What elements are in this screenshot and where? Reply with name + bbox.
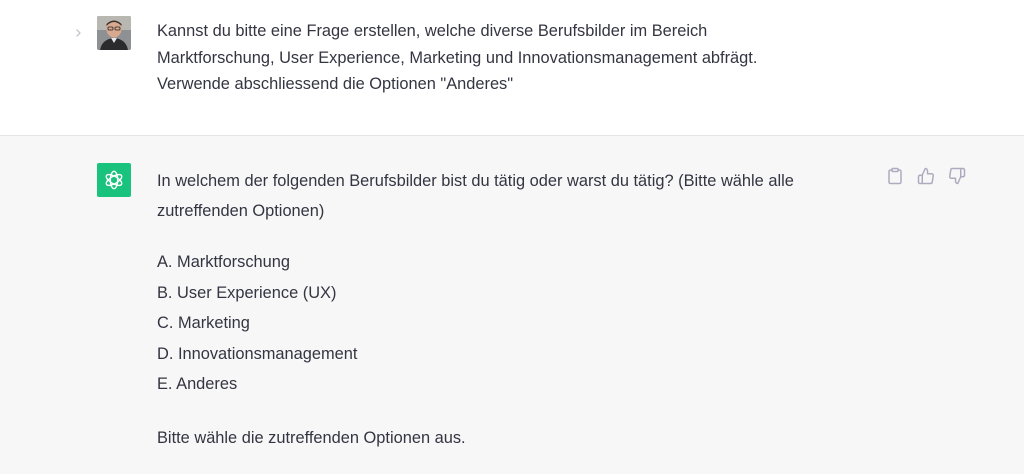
- user-message-row: Kannst du bitte eine Frage erstellen, we…: [0, 0, 1024, 136]
- assistant-closing-text: Bitte wähle die zutreffenden Optionen au…: [157, 428, 466, 447]
- message-actions: [886, 167, 966, 185]
- openai-logo-icon: [97, 163, 131, 197]
- option-item: B. User Experience (UX): [157, 283, 337, 302]
- thumbs-down-icon[interactable]: [948, 167, 966, 185]
- option-item: A. Marktforschung: [157, 253, 290, 271]
- assistant-message-row: In welchem der folgenden Berufsbilder bi…: [0, 136, 1024, 474]
- option-item: E. Anderes: [157, 375, 238, 393]
- user-avatar: [97, 16, 131, 50]
- option-item: C. Marketing: [157, 314, 250, 332]
- option-item: D. Innovationsmanagement: [157, 344, 358, 363]
- chevron-right-icon[interactable]: [73, 26, 85, 40]
- user-message-text: Kannst du bitte eine Frage erstellen, we…: [157, 22, 758, 93]
- options-list: A. Marktforschung B. User Experience (UX…: [157, 247, 857, 400]
- clipboard-icon[interactable]: [886, 167, 904, 185]
- thumbs-up-icon[interactable]: [917, 167, 935, 185]
- assistant-message-content: In welchem der folgenden Berufsbilder bi…: [157, 166, 857, 453]
- assistant-question-text: In welchem der folgenden Berufsbilder bi…: [157, 172, 794, 220]
